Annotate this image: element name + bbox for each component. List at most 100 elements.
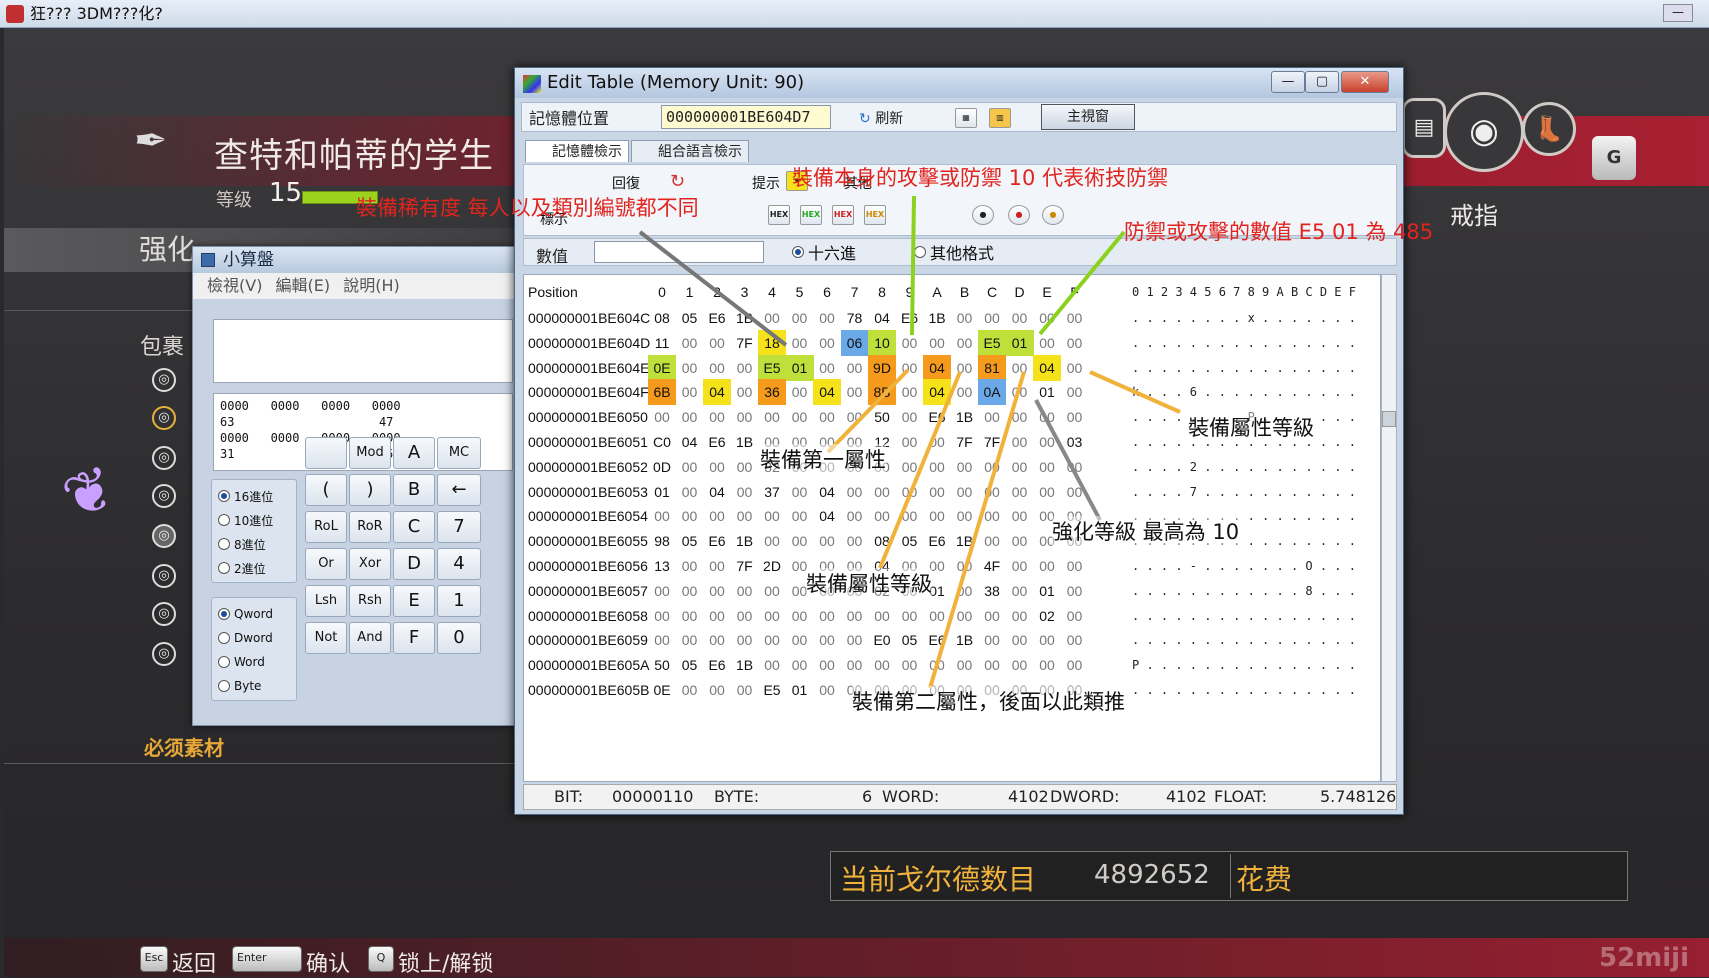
byte-cell[interactable]: 00 (1061, 379, 1089, 405)
green-dot-icon[interactable]: ● (972, 205, 994, 225)
calc-key[interactable]: Not (305, 622, 347, 654)
byte-cell[interactable]: 00 (731, 503, 759, 529)
byte-cell[interactable]: 00 (1033, 305, 1061, 331)
equip-slot-icon[interactable]: ◎ (152, 524, 176, 548)
byte-cell[interactable]: 01 (1005, 329, 1034, 356)
value-input[interactable] (594, 241, 764, 263)
equip-slot-icon[interactable]: ◎ (152, 406, 176, 430)
byte-cell[interactable]: 00 (868, 603, 896, 629)
byte-cell[interactable]: 00 (1006, 454, 1034, 480)
byte-cell[interactable]: E5 (978, 329, 1006, 356)
byte-cell[interactable]: 0E (648, 354, 676, 381)
byte-cell[interactable]: 00 (648, 503, 676, 529)
radio-dword[interactable]: Dword (212, 626, 296, 650)
byte-cell[interactable]: 00 (648, 578, 676, 604)
calc-key[interactable]: A (393, 437, 435, 469)
minimize-button[interactable]: — (1663, 4, 1693, 22)
byte-cell[interactable]: 00 (703, 627, 731, 653)
calc-key[interactable]: ( (305, 474, 347, 506)
byte-cell[interactable]: 8B (868, 379, 896, 406)
byte-cell[interactable]: 1B (923, 305, 951, 331)
byte-cell[interactable]: 00 (896, 429, 924, 455)
byte-cell[interactable]: 00 (896, 379, 924, 405)
calc-key[interactable]: Lsh (305, 585, 347, 617)
byte-cell[interactable]: 00 (676, 330, 704, 356)
byte-cell[interactable]: 04 (813, 479, 841, 505)
byte-cell[interactable]: E5 (758, 677, 786, 703)
equip-slot-icon[interactable]: ◎ (152, 484, 176, 508)
byte-cell[interactable]: 06 (840, 329, 869, 356)
byte-cell[interactable]: 1B (951, 404, 979, 430)
byte-cell[interactable]: 00 (1006, 578, 1034, 604)
byte-cell[interactable]: E6 (923, 404, 951, 430)
byte-cell[interactable]: 00 (1033, 627, 1061, 653)
byte-cell[interactable]: 00 (1061, 627, 1089, 653)
byte-cell[interactable]: 04 (813, 503, 841, 529)
byte-cell[interactable]: 04 (813, 379, 841, 406)
byte-cell[interactable]: 00 (731, 479, 759, 505)
menu-edit[interactable]: 編輯(E) (276, 276, 331, 295)
byte-cell[interactable]: 00 (1061, 578, 1089, 604)
byte-cell[interactable]: 01 (1033, 578, 1061, 604)
byte-cell[interactable]: 00 (1033, 429, 1061, 455)
byte-cell[interactable]: 00 (758, 528, 786, 554)
byte-cell[interactable]: 00 (951, 603, 979, 629)
byte-cell[interactable]: 00 (896, 503, 924, 529)
calc-key[interactable]: MC (437, 437, 481, 469)
calc-key[interactable]: Rsh (349, 585, 391, 617)
yellow-dot-icon[interactable]: ● (1042, 205, 1064, 225)
byte-cell[interactable]: 00 (896, 330, 924, 356)
byte-cell[interactable]: 00 (1061, 404, 1089, 430)
byte-cell[interactable]: 00 (1006, 652, 1034, 678)
byte-cell[interactable]: 04 (676, 429, 704, 455)
byte-cell[interactable]: 13 (648, 553, 676, 579)
byte-cell[interactable]: 00 (703, 355, 731, 381)
byte-cell[interactable]: 00 (813, 603, 841, 629)
byte-cell[interactable]: 04 (1033, 354, 1061, 381)
byte-cell[interactable]: 00 (731, 404, 759, 430)
byte-cell[interactable]: 00 (1033, 553, 1061, 579)
calc-key[interactable]: RoL (305, 511, 347, 543)
hex-icon[interactable]: HEX (768, 205, 790, 225)
byte-cell[interactable]: 00 (978, 305, 1006, 331)
byte-cell[interactable]: 00 (1033, 404, 1061, 430)
calc-key[interactable]: Xor (349, 548, 391, 580)
byte-cell[interactable]: 00 (841, 528, 869, 554)
byte-cell[interactable]: 00 (841, 652, 869, 678)
calc-key[interactable]: 4 (437, 548, 481, 580)
calc-key[interactable]: ) (349, 474, 391, 506)
radio-oct[interactable]: 8進位 (212, 532, 296, 556)
byte-cell[interactable]: 00 (1006, 627, 1034, 653)
close-button[interactable]: ✕ (1341, 71, 1389, 93)
byte-cell[interactable]: 00 (813, 330, 841, 356)
byte-cell[interactable]: 00 (1006, 603, 1034, 629)
byte-cell[interactable]: 81 (978, 354, 1006, 381)
equip-slot-icon[interactable]: ◎ (152, 642, 176, 666)
byte-cell[interactable]: 00 (1006, 479, 1034, 505)
byte-cell[interactable]: 7F (978, 429, 1006, 455)
byte-cell[interactable]: 04 (868, 305, 896, 331)
byte-cell[interactable]: 00 (951, 652, 979, 678)
byte-cell[interactable]: 00 (731, 603, 759, 629)
byte-cell[interactable]: 7F (731, 553, 759, 579)
byte-cell[interactable]: 00 (786, 404, 814, 430)
byte-cell[interactable]: E0 (868, 627, 896, 653)
tab-memory-view[interactable]: 記憶體檢示 (525, 140, 629, 162)
radio-word[interactable]: Word (212, 650, 296, 674)
menu-help[interactable]: 說明(H) (343, 276, 400, 295)
byte-cell[interactable]: 05 (676, 305, 704, 331)
byte-cell[interactable]: 00 (841, 603, 869, 629)
byte-cell[interactable]: 36 (758, 379, 786, 406)
byte-cell[interactable]: 00 (1061, 330, 1089, 356)
byte-cell[interactable]: E6 (703, 429, 731, 455)
byte-cell[interactable]: 00 (676, 578, 704, 604)
byte-cell[interactable]: E6 (703, 305, 731, 331)
hint-button[interactable]: 提示 (752, 173, 780, 193)
byte-cell[interactable]: 00 (951, 355, 979, 381)
byte-cell[interactable]: 05 (896, 627, 924, 653)
byte-cell[interactable]: 00 (786, 528, 814, 554)
calc-key[interactable]: And (349, 622, 391, 654)
byte-cell[interactable]: 00 (978, 652, 1006, 678)
byte-cell[interactable]: 00 (786, 627, 814, 653)
byte-cell[interactable]: 08 (868, 528, 896, 554)
